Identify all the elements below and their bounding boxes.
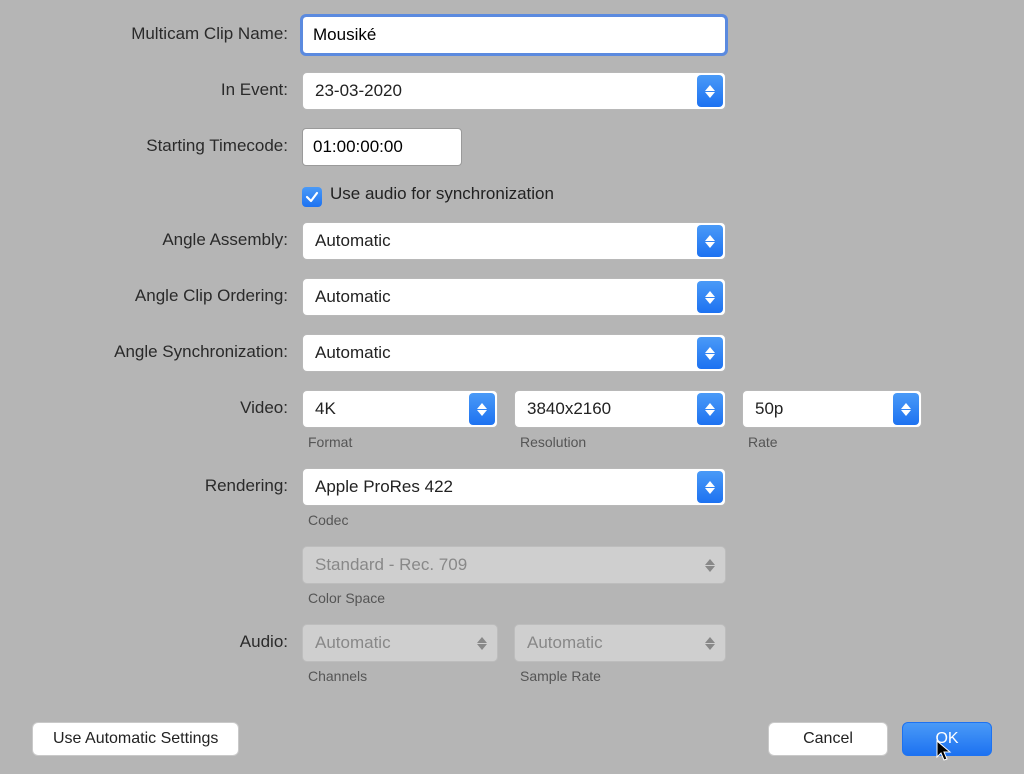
codec-sublabel: Codec <box>308 512 1000 528</box>
chevron-updown-icon <box>697 281 723 313</box>
cancel-button[interactable]: Cancel <box>768 722 888 756</box>
audio-samplerate-value: Automatic <box>527 633 603 653</box>
clip-name-label: Multicam Clip Name: <box>24 16 302 44</box>
angle-assembly-label: Angle Assembly: <box>24 222 302 250</box>
format-sublabel: Format <box>308 434 498 450</box>
color-space-select: Standard - Rec. 709 <box>302 546 726 584</box>
angle-sync-label: Angle Synchronization: <box>24 334 302 362</box>
audio-samplerate-select: Automatic <box>514 624 726 662</box>
chevron-updown-icon <box>697 627 723 659</box>
video-resolution-value: 3840x2160 <box>527 399 611 419</box>
video-format-select[interactable]: 4K <box>302 390 498 428</box>
angle-ordering-select[interactable]: Automatic <box>302 278 726 316</box>
chevron-updown-icon <box>697 225 723 257</box>
rendering-codec-select[interactable]: Apple ProRes 422 <box>302 468 726 506</box>
video-rate-select[interactable]: 50p <box>742 390 922 428</box>
in-event-select[interactable]: 23-03-2020 <box>302 72 726 110</box>
video-format-value: 4K <box>315 399 336 419</box>
color-space-value: Standard - Rec. 709 <box>315 555 467 575</box>
angle-ordering-label: Angle Clip Ordering: <box>24 278 302 306</box>
use-automatic-settings-button[interactable]: Use Automatic Settings <box>32 722 239 756</box>
chevron-updown-icon <box>469 393 495 425</box>
rate-sublabel: Rate <box>748 434 922 450</box>
in-event-label: In Event: <box>24 72 302 100</box>
chevron-updown-icon <box>697 337 723 369</box>
chevron-updown-icon <box>697 549 723 581</box>
channels-sublabel: Channels <box>308 668 498 684</box>
video-rate-value: 50p <box>755 399 783 419</box>
audio-channels-value: Automatic <box>315 633 391 653</box>
chevron-updown-icon <box>697 393 723 425</box>
audio-label: Audio: <box>24 624 302 652</box>
in-event-value: 23-03-2020 <box>315 81 402 101</box>
rendering-codec-value: Apple ProRes 422 <box>315 477 453 497</box>
resolution-sublabel: Resolution <box>520 434 726 450</box>
chevron-updown-icon <box>697 75 723 107</box>
color-space-sublabel: Color Space <box>308 590 1000 606</box>
cursor-icon <box>936 740 954 764</box>
chevron-updown-icon <box>893 393 919 425</box>
audio-channels-select: Automatic <box>302 624 498 662</box>
video-resolution-select[interactable]: 3840x2160 <box>514 390 726 428</box>
video-label: Video: <box>24 390 302 418</box>
angle-sync-value: Automatic <box>315 343 391 363</box>
rendering-label: Rendering: <box>24 468 302 496</box>
clip-name-input[interactable] <box>302 16 726 54</box>
audio-sync-checkbox[interactable] <box>302 187 322 207</box>
angle-sync-select[interactable]: Automatic <box>302 334 726 372</box>
audio-sync-label: Use audio for synchronization <box>330 184 554 204</box>
angle-assembly-select[interactable]: Automatic <box>302 222 726 260</box>
angle-assembly-value: Automatic <box>315 231 391 251</box>
starting-timecode-label: Starting Timecode: <box>24 128 302 156</box>
starting-timecode-input[interactable] <box>302 128 462 166</box>
samplerate-sublabel: Sample Rate <box>520 668 726 684</box>
chevron-updown-icon <box>697 471 723 503</box>
chevron-updown-icon <box>469 627 495 659</box>
angle-ordering-value: Automatic <box>315 287 391 307</box>
